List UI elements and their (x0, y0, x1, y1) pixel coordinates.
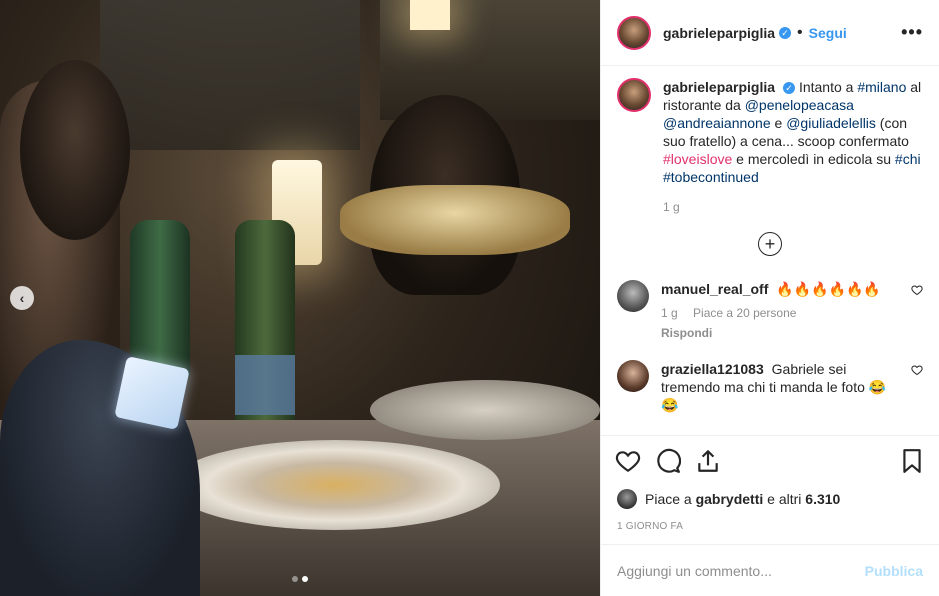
phone-screen (114, 356, 190, 430)
comment-username[interactable]: graziella121083 (661, 361, 764, 377)
liker-avatar[interactable] (617, 489, 637, 509)
post-date[interactable]: 1 giorno fa (601, 513, 939, 544)
liker-username[interactable]: gabrydetti (696, 491, 764, 507)
comments-area[interactable]: gabrieleparpiglia ✓ Intanto a #milano al … (601, 66, 939, 435)
top-candle (410, 0, 450, 30)
comment-avatar[interactable] (617, 360, 649, 392)
caption-avatar[interactable] (617, 78, 651, 112)
background-shelves (100, 0, 360, 150)
carousel-dot-active (302, 576, 308, 582)
post-header: gabrieleparpiglia ✓ • Segui ••• (601, 0, 939, 66)
bottle-green (130, 220, 190, 380)
comment-body: graziella121083 Gabriele sei tremendo ma… (661, 360, 899, 414)
caption-link[interactable]: #loveislove (663, 151, 732, 167)
comment-meta: 1 g Piace a 20 persone Rispondi (661, 304, 899, 342)
header-username[interactable]: gabrieleparpiglia (663, 25, 775, 41)
likes-prefix: Piace a (645, 491, 696, 507)
comment-text: 🔥🔥🔥🔥🔥🔥 (776, 281, 881, 297)
bread-basket (340, 185, 570, 255)
comment-avatar[interactable] (617, 280, 649, 312)
person-back (20, 60, 130, 240)
caption-fragment: e mercoledì in edicola su (732, 151, 895, 167)
caption: gabrieleparpiglia ✓ Intanto a #milano al … (617, 78, 923, 216)
comment-item: graziella121083 Gabriele sei tremendo ma… (617, 360, 923, 414)
post-side-panel: gabrieleparpiglia ✓ • Segui ••• gabriele… (600, 0, 939, 596)
comment-input[interactable] (617, 562, 865, 579)
carousel-indicator (0, 576, 600, 582)
share-icon[interactable] (695, 448, 721, 474)
publish-button[interactable]: Pubblica (865, 563, 923, 579)
follow-button[interactable]: Segui (809, 25, 847, 41)
separator-dot: • (797, 23, 803, 41)
avatar[interactable] (617, 15, 651, 50)
heart-icon[interactable] (615, 448, 641, 474)
caption-link[interactable]: #tobecontinued (663, 169, 759, 185)
verified-badge-icon: ✓ (779, 26, 792, 39)
comment-age: 1 g (661, 306, 678, 320)
load-more-comments-button[interactable]: + (758, 232, 782, 256)
caption-link[interactable]: @giuliadelellis (786, 115, 876, 131)
bookmark-icon[interactable] (899, 448, 925, 474)
more-options-icon[interactable]: ••• (901, 22, 923, 43)
post-photo[interactable]: ‹ (0, 0, 600, 596)
likes-count[interactable]: 6.310 (805, 491, 840, 507)
verified-badge-icon: ✓ (783, 82, 796, 95)
caption-link[interactable]: @andreaiannone (663, 115, 771, 131)
comment-icon[interactable] (655, 448, 681, 474)
carousel-dot (292, 576, 298, 582)
likes-text: Piace a gabrydetti e altri 6.310 (645, 491, 840, 507)
comment-likes[interactable]: Piace a 20 persone (693, 306, 796, 320)
post-actions (601, 435, 939, 485)
caption-link[interactable]: #milano (857, 79, 906, 95)
caption-fragment: Intanto a (798, 79, 858, 95)
comment-item: manuel_real_off 🔥🔥🔥🔥🔥🔥 1 g Piace a 20 pe… (617, 280, 923, 342)
reply-button[interactable]: Rispondi (661, 324, 887, 342)
bottle-label-tag (235, 355, 295, 415)
previous-photo-button[interactable]: ‹ (10, 286, 34, 310)
comment-body: manuel_real_off 🔥🔥🔥🔥🔥🔥 1 g Piace a 20 pe… (661, 280, 899, 342)
plate-food (170, 440, 500, 530)
caption-username[interactable]: gabrieleparpiglia (663, 79, 775, 95)
caption-age: 1 g (663, 200, 680, 214)
comment-username[interactable]: manuel_real_off (661, 281, 768, 297)
plus-circle-icon: + (764, 233, 776, 254)
comment-like-heart-icon[interactable] (911, 364, 923, 376)
caption-link[interactable]: @penelopeacasa (745, 97, 854, 113)
likes-suffix: e altri (763, 491, 806, 507)
caption-text: gabrieleparpiglia ✓ Intanto a #milano al … (663, 78, 923, 216)
caption-fragment: e (770, 115, 787, 131)
add-comment-bar: Pubblica (601, 544, 939, 596)
comment-like-heart-icon[interactable] (911, 284, 923, 296)
plate-right (370, 380, 600, 440)
instagram-post-modal: ‹ gabrieleparpiglia ✓ • Segui ••• gabrie… (0, 0, 939, 596)
chevron-left-icon: ‹ (19, 290, 25, 306)
likes-summary: Piace a gabrydetti e altri 6.310 (601, 485, 939, 513)
caption-link[interactable]: #chi (895, 151, 921, 167)
